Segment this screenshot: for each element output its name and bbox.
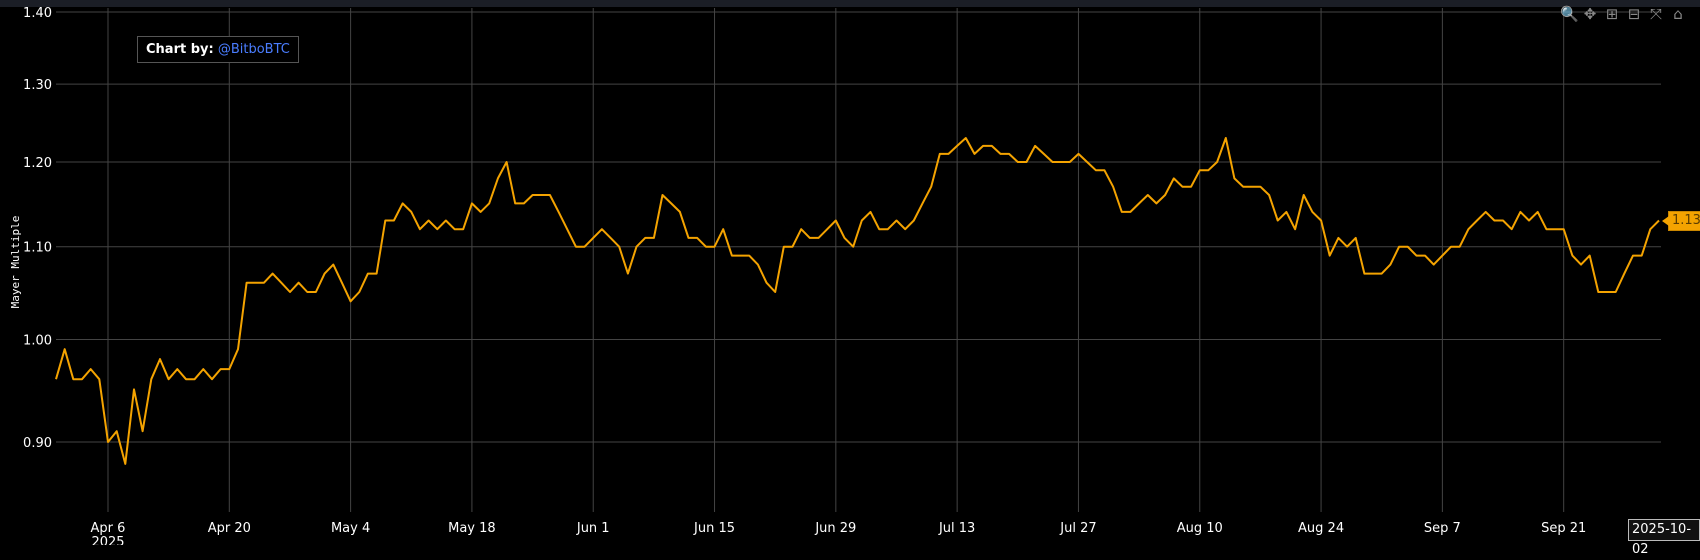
last-value-label: 1.13 — [1662, 210, 1700, 231]
x-tick-label: Jun 15 — [693, 521, 735, 536]
y-tick-label: 1.20 — [23, 156, 52, 171]
pan-icon[interactable]: ✥ — [1582, 6, 1598, 22]
autoscale-icon[interactable]: ⤧ — [1648, 6, 1664, 22]
x-tick-label: Apr 20 — [208, 521, 251, 536]
series-line-mayer-multiple[interactable] — [55, 137, 1660, 465]
x-tick-label: Sep 21 — [1541, 521, 1586, 536]
x-tick-label: Jun 29 — [814, 521, 856, 536]
y-axis-title: Mayer Multiple — [9, 216, 22, 309]
x-tick-label: May 18 — [448, 521, 496, 536]
x-tick-label: Jun 1 — [576, 521, 610, 536]
x-axis-ticks: Apr 62025 Apr 20 May 4 May 18 Jun 1 Jun 15 Jun… — [91, 521, 1587, 545]
mayer-multiple-chart[interactable]: 0.90 1.00 1.10 1.20 1.30 1.40 Apr 62025 Apr 20… — [0, 0, 1700, 545]
zoom-in-icon[interactable]: ⊞ — [1604, 6, 1620, 22]
x-tick-sublabel: 2025 — [91, 535, 124, 545]
y-tick-label: 0.90 — [23, 436, 52, 451]
x-tick-label: Aug 10 — [1177, 521, 1223, 536]
chart-modebar: 🔍 ✥ ⊞ ⊟ ⤧ ⌂ — [1560, 6, 1686, 22]
hover-date-label: 2025-10-02 — [1628, 519, 1700, 557]
x-tick-label: Sep 7 — [1424, 521, 1461, 536]
y-tick-label: 1.00 — [23, 333, 52, 348]
y-tick-label: 1.30 — [23, 78, 52, 93]
y-tick-label: 1.10 — [23, 241, 52, 256]
y-tick-label: 1.40 — [23, 6, 52, 21]
zoom-out-icon[interactable]: ⊟ — [1626, 6, 1642, 22]
credit-handle-link[interactable]: @BitboBTC — [218, 42, 290, 57]
zoom-icon[interactable]: 🔍 — [1560, 6, 1579, 22]
x-tick-label: Aug 24 — [1298, 521, 1344, 536]
reset-axes-icon[interactable]: ⌂ — [1670, 6, 1686, 22]
x-tick-label: May 4 — [331, 521, 370, 536]
x-gridlines — [107, 8, 1565, 512]
x-tick-label: Jul 27 — [1059, 521, 1096, 536]
y-gridlines — [56, 11, 1661, 443]
x-tick-label: Apr 6 — [91, 521, 126, 536]
chart-credit-box: Chart by: @BitboBTC — [137, 36, 299, 63]
credit-label: Chart by: — [146, 42, 214, 57]
y-axis-ticks: 0.90 1.00 1.10 1.20 1.30 1.40 — [23, 6, 52, 451]
x-tick-label: Jul 13 — [938, 521, 975, 536]
